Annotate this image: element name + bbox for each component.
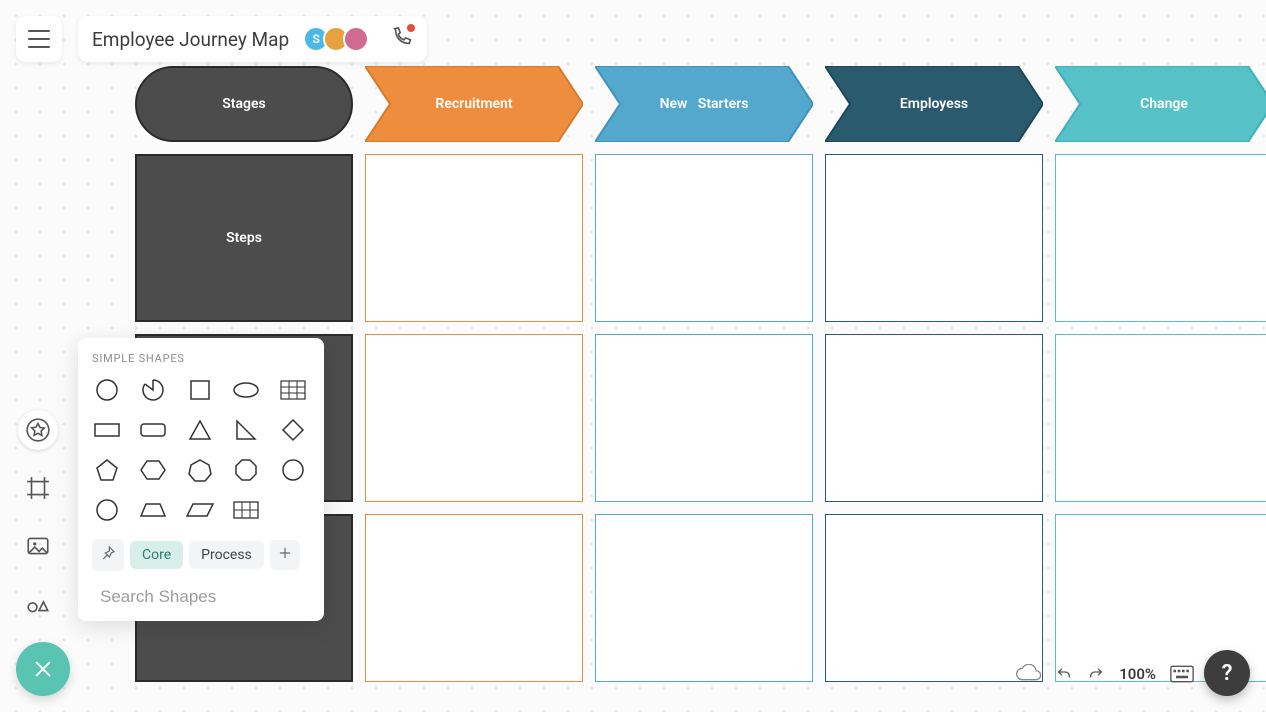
shape-right-triangle[interactable] (231, 415, 261, 445)
shape-trapezoid[interactable] (138, 495, 168, 525)
shape-table-shaded[interactable] (278, 375, 308, 405)
bottom-toolbar: 100% (1015, 664, 1194, 684)
shape-square[interactable] (185, 375, 215, 405)
stage-column-recruitment[interactable]: Recruitment (365, 66, 583, 142)
grid-cell[interactable] (595, 154, 813, 322)
grid-cell[interactable] (825, 154, 1043, 322)
document-title[interactable]: Employee Journey Map (92, 28, 289, 51)
pin-tab[interactable] (92, 539, 124, 571)
grid-cell[interactable] (1055, 334, 1266, 502)
stage-column-change[interactable]: Change (1055, 66, 1266, 142)
hamburger-icon (28, 30, 50, 48)
redo-icon[interactable] (1087, 666, 1105, 682)
keyboard-icon[interactable] (1170, 665, 1194, 683)
shape-diamond[interactable] (278, 415, 308, 445)
star-shape-icon (25, 417, 51, 443)
grid-cell[interactable] (825, 334, 1043, 502)
close-icon (32, 658, 54, 680)
shape-parallelogram[interactable] (185, 495, 215, 525)
avatar-group: S (303, 26, 369, 52)
grid-cell[interactable] (365, 154, 583, 322)
add-tab[interactable] (270, 540, 300, 570)
cloud-sync-icon[interactable] (1015, 664, 1041, 684)
help-button[interactable]: ? (1204, 650, 1250, 696)
image-tool[interactable] (18, 526, 58, 566)
shape-decagon[interactable] (92, 495, 122, 525)
call-button[interactable] (391, 26, 413, 52)
core-tab[interactable]: Core (130, 541, 183, 569)
search-shapes-input[interactable] (100, 587, 321, 607)
menu-button[interactable] (16, 16, 62, 62)
notification-dot (407, 24, 415, 32)
grid-cell[interactable] (595, 514, 813, 682)
help-label: ? (1222, 661, 1233, 686)
shape-ellipse[interactable] (231, 375, 261, 405)
shape-rounded-rect[interactable] (138, 415, 168, 445)
grid-cell[interactable] (595, 334, 813, 502)
stage-column-employees[interactable]: Employess (825, 66, 1043, 142)
freehand-icon (25, 591, 51, 617)
shape-hexagon[interactable] (138, 455, 168, 485)
shape-pie[interactable] (138, 375, 168, 405)
plus-icon (278, 546, 292, 560)
shape-pentagon[interactable] (92, 455, 122, 485)
shape-triangle[interactable] (185, 415, 215, 445)
grid-cell[interactable] (825, 514, 1043, 682)
steps-row-header[interactable]: Steps (135, 154, 353, 322)
panel-title: SIMPLE SHAPES (92, 352, 310, 365)
shape-table[interactable] (231, 495, 261, 525)
stage-column-new-starters[interactable]: New Starters (595, 66, 813, 142)
process-tab[interactable]: Process (189, 541, 264, 569)
pin-icon (100, 545, 116, 561)
frame-tool[interactable] (18, 468, 58, 508)
freehand-tool[interactable] (18, 584, 58, 624)
shapes-panel: SIMPLE SHAPES Core Process (78, 338, 324, 621)
grid-cell[interactable] (365, 514, 583, 682)
shape-heptagon[interactable] (185, 455, 215, 485)
avatar[interactable] (343, 26, 369, 52)
shape-octagon[interactable] (231, 455, 261, 485)
shape-rectangle[interactable] (92, 415, 122, 445)
image-icon (25, 533, 51, 559)
shape-circle[interactable] (92, 375, 122, 405)
shape-nonagon[interactable] (278, 455, 308, 485)
stages-header[interactable]: Stages (135, 66, 353, 142)
title-card: Employee Journey Map S (78, 16, 427, 62)
undo-icon[interactable] (1055, 666, 1073, 682)
side-toolbar (18, 410, 58, 624)
shape-empty (278, 495, 308, 525)
close-panel-button[interactable] (16, 642, 70, 696)
frame-icon (25, 475, 51, 501)
grid-cell[interactable] (365, 334, 583, 502)
grid-cell[interactable] (1055, 154, 1266, 322)
zoom-level[interactable]: 100% (1119, 665, 1156, 683)
shapes-tool[interactable] (18, 410, 58, 450)
